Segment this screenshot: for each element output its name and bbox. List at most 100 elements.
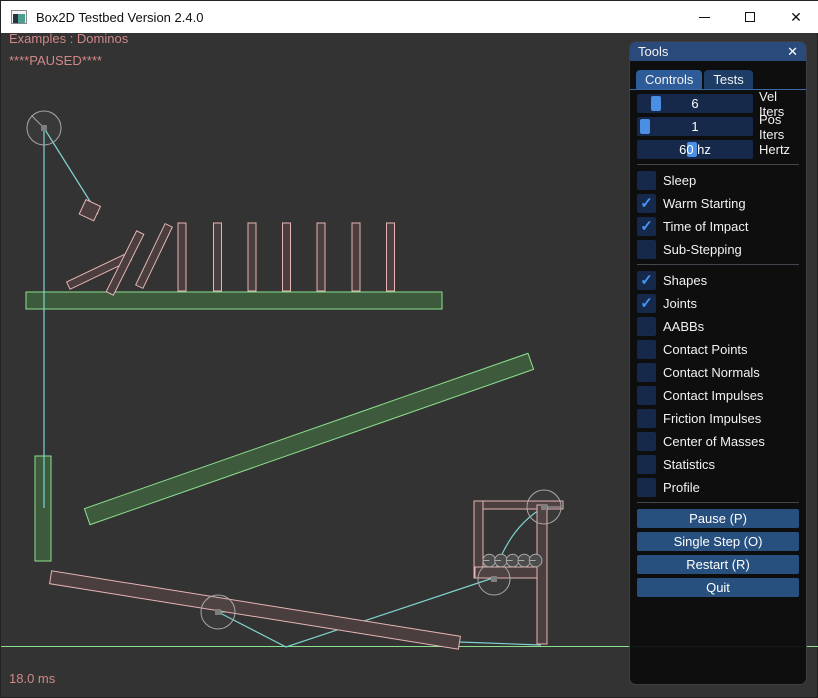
checkbox-label: Statistics xyxy=(663,457,715,472)
tab-tests[interactable]: Tests xyxy=(704,70,752,89)
slider-value: 1 xyxy=(637,117,753,136)
tab-controls[interactable]: Controls xyxy=(636,70,702,89)
checkbox[interactable] xyxy=(637,340,656,359)
checkbox[interactable] xyxy=(637,317,656,336)
tools-content: 6 Vel Iters 1 Pos Iters 60 hz Hertz Slee… xyxy=(630,90,806,597)
checkbox-row-time-of-impact[interactable]: ✓ Time of Impact xyxy=(637,217,799,236)
hertz-slider[interactable]: 60 hz xyxy=(637,140,753,159)
checkbox-row-sleep[interactable]: Sleep xyxy=(637,171,799,190)
checkbox[interactable] xyxy=(637,363,656,382)
long-ramp xyxy=(84,353,533,524)
close-icon: ✕ xyxy=(790,10,802,24)
frame-time-label: 18.0 ms xyxy=(9,671,55,686)
frame-left-post xyxy=(474,501,483,578)
domino-standing-2 xyxy=(214,223,222,291)
checkbox-label: Contact Points xyxy=(663,342,748,357)
checkbox-label: Contact Impulses xyxy=(663,388,763,403)
checkbox[interactable] xyxy=(637,478,656,497)
tools-title: Tools xyxy=(638,44,668,59)
domino-standing-1 xyxy=(178,223,186,291)
frame-right-post xyxy=(537,505,547,644)
quit-button[interactable]: Quit xyxy=(637,578,799,597)
checkbox-row-warm-starting[interactable]: ✓ Warm Starting xyxy=(637,194,799,213)
slider-value: 6 xyxy=(637,94,753,113)
slider-label: Hertz xyxy=(759,142,790,157)
domino-standing-6 xyxy=(352,223,360,291)
pause-button[interactable]: Pause (P) xyxy=(637,509,799,528)
dominos-platform xyxy=(26,292,442,309)
checkbox-row-contact-impulses[interactable]: Contact Impulses xyxy=(637,386,799,405)
slider-row-pos-iters: 1 Pos Iters xyxy=(637,117,799,136)
joint-ground-segment xyxy=(459,642,541,645)
checkbox[interactable] xyxy=(637,409,656,428)
app-icon-part xyxy=(18,14,25,23)
checkbox-label: Friction Impulses xyxy=(663,411,761,426)
slider-row-vel-iters: 6 Vel Iters xyxy=(637,94,799,113)
slider-value: 60 hz xyxy=(637,140,753,159)
single-step-button[interactable]: Single Step (O) xyxy=(637,532,799,551)
checkbox-label: AABBs xyxy=(663,319,704,334)
checkbox[interactable]: ✓ xyxy=(637,217,656,236)
slider-label: Pos Iters xyxy=(759,112,799,142)
checkbox[interactable]: ✓ xyxy=(637,194,656,213)
checkbox-label: Shapes xyxy=(663,273,707,288)
checkbox-row-center-of-masses[interactable]: Center of Masses xyxy=(637,432,799,451)
domino-standing-7 xyxy=(387,223,395,291)
example-label: Examples : Dominos xyxy=(9,31,128,46)
tools-titlebar[interactable]: Tools ✕ xyxy=(630,42,806,61)
checkbox-label: Center of Masses xyxy=(663,434,765,449)
checkbox-row-aabbs[interactable]: AABBs xyxy=(637,317,799,336)
checkbox-label: Sub-Stepping xyxy=(663,242,742,257)
checkbox-row-friction-impulses[interactable]: Friction Impulses xyxy=(637,409,799,428)
checkbox-row-statistics[interactable]: Statistics xyxy=(637,455,799,474)
checkbox[interactable] xyxy=(637,386,656,405)
domino-standing-3 xyxy=(248,223,256,291)
separator xyxy=(637,164,799,165)
checkbox[interactable] xyxy=(637,240,656,259)
checkbox[interactable]: ✓ xyxy=(637,294,656,313)
joint-anchor-square xyxy=(541,504,547,510)
tools-window: Tools ✕ Controls Tests 6 Vel Iters 1 Pos… xyxy=(629,41,807,685)
pos-iters-slider[interactable]: 1 xyxy=(637,117,753,136)
checkbox-row-contact-normals[interactable]: Contact Normals xyxy=(637,363,799,382)
separator xyxy=(637,502,799,503)
tab-label: Controls xyxy=(645,72,693,87)
checkbox-row-profile[interactable]: Profile xyxy=(637,478,799,497)
domino-standing-5 xyxy=(317,223,325,291)
restart-button[interactable]: Restart (R) xyxy=(637,555,799,574)
checkbox[interactable] xyxy=(637,455,656,474)
slider-row-hertz: 60 hz Hertz xyxy=(637,140,799,159)
checkbox-row-joints[interactable]: ✓ Joints xyxy=(637,294,799,313)
checkbox[interactable] xyxy=(637,432,656,451)
checkbox[interactable]: ✓ xyxy=(637,271,656,290)
domino-standing-4 xyxy=(283,223,291,291)
checkbox-label: Profile xyxy=(663,480,700,495)
checkbox-label: Warm Starting xyxy=(663,196,746,211)
checkbox-label: Joints xyxy=(663,296,697,311)
minimize-icon xyxy=(699,17,710,18)
close-button[interactable]: ✕ xyxy=(773,1,818,33)
checkbox-row-contact-points[interactable]: Contact Points xyxy=(637,340,799,359)
paused-label: ****PAUSED**** xyxy=(9,53,102,68)
vel-iters-slider[interactable]: 6 xyxy=(637,94,753,113)
elevator-platform xyxy=(35,456,51,561)
tools-tabbar: Controls Tests xyxy=(630,61,806,90)
checkbox-label: Contact Normals xyxy=(663,365,760,380)
separator xyxy=(637,264,799,265)
joint-anchor-square xyxy=(215,609,221,615)
tab-label: Tests xyxy=(713,72,743,87)
checkbox-row-sub-stepping[interactable]: Sub-Stepping xyxy=(637,240,799,259)
checkbox[interactable] xyxy=(637,171,656,190)
maximize-icon xyxy=(745,12,755,22)
minimize-button[interactable] xyxy=(681,1,727,33)
checkbox-label: Sleep xyxy=(663,173,696,188)
hanging-box xyxy=(79,200,100,221)
box2d-app-icon xyxy=(11,10,27,24)
checkbox-label: Time of Impact xyxy=(663,219,748,234)
window-title: Box2D Testbed Version 2.4.0 xyxy=(36,10,203,25)
maximize-button[interactable] xyxy=(727,1,773,33)
joint-anchor-square xyxy=(491,576,497,582)
tools-close-icon[interactable]: ✕ xyxy=(787,45,798,58)
checkbox-row-shapes[interactable]: ✓ Shapes xyxy=(637,271,799,290)
window-titlebar: Box2D Testbed Version 2.4.0 ✕ xyxy=(1,1,818,33)
